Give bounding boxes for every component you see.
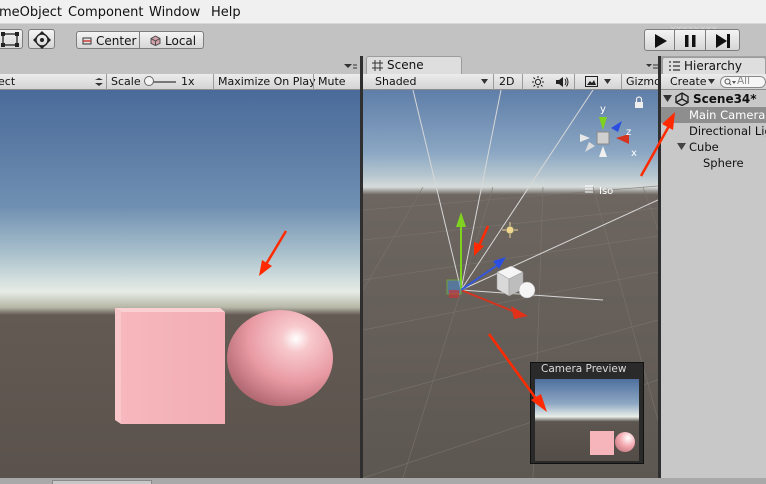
hierarchy-scene-row[interactable]: Scene34* bbox=[661, 91, 766, 107]
create-dropdown[interactable]: Create bbox=[670, 75, 707, 88]
pause-button[interactable] bbox=[675, 29, 706, 51]
pivot-local-label: Local bbox=[165, 34, 197, 48]
scale-value: 1x bbox=[181, 75, 195, 88]
tab-scene-label: Scene bbox=[387, 58, 424, 72]
gizmo-z-axis[interactable] bbox=[460, 263, 500, 291]
gizmos-dropdown[interactable]: Gizmo bbox=[626, 75, 661, 88]
axis-label-x: x bbox=[631, 148, 637, 159]
panel-menu-icon[interactable] bbox=[343, 63, 357, 71]
step-icon bbox=[716, 34, 730, 48]
game-render bbox=[115, 308, 333, 424]
foldout-open-icon[interactable] bbox=[663, 95, 672, 103]
game-view-viewport[interactable] bbox=[0, 90, 360, 478]
annotation-arrow bbox=[259, 230, 288, 276]
hierarchy-search-input[interactable]: All bbox=[720, 75, 766, 88]
menu-help[interactable]: Help bbox=[211, 5, 241, 20]
lock-icon[interactable] bbox=[635, 96, 643, 108]
hierarchy-item-label: Directional Light bbox=[689, 124, 766, 138]
play-button[interactable] bbox=[644, 29, 675, 51]
sphere bbox=[227, 310, 333, 406]
preview-cube bbox=[590, 431, 614, 455]
menu-window[interactable]: Window bbox=[149, 5, 200, 20]
menu-gameobject[interactable]: meObject bbox=[0, 5, 62, 20]
menu-bar: meObject Component Window Help bbox=[0, 0, 766, 24]
pivot-icon bbox=[82, 37, 92, 45]
hierarchy-toolbar: Create All bbox=[661, 74, 766, 90]
pivot-center-label: Center bbox=[96, 34, 137, 48]
play-icon bbox=[655, 34, 667, 48]
tab-hierarchy[interactable]: Hierarchy bbox=[662, 57, 766, 74]
game-view-tabbar bbox=[0, 56, 362, 74]
main-toolbar: Center Local xxxxxxxx bbox=[0, 24, 766, 56]
dropdown-icon bbox=[604, 79, 611, 84]
camera-gizmo-base bbox=[449, 290, 459, 298]
scene-view-toolbar: Shaded 2D Gizmo bbox=[363, 74, 661, 90]
scene-effects-icon[interactable] bbox=[585, 76, 598, 87]
axis-label-z: z bbox=[626, 127, 631, 138]
game-view-toolbar: ect Scale 1x Maximize On Play Mute Au bbox=[0, 74, 362, 101]
gizmo-y-arrow[interactable] bbox=[456, 212, 466, 227]
rect-tool-button[interactable] bbox=[0, 29, 23, 49]
local-cube-icon bbox=[150, 35, 161, 46]
dropdown-icon bbox=[95, 78, 103, 86]
pivot-local-button[interactable]: Local bbox=[140, 31, 204, 49]
aspect-dropdown[interactable]: ect bbox=[0, 75, 15, 88]
scale-slider-thumb[interactable] bbox=[144, 76, 154, 86]
cube-top bbox=[115, 308, 225, 312]
pause-icon bbox=[685, 35, 696, 47]
hierarchy-scene-name: Scene34* bbox=[693, 92, 757, 106]
scene-audio-icon[interactable] bbox=[555, 76, 569, 88]
panel-menu-icon[interactable] bbox=[645, 63, 658, 71]
scene-lighting-icon[interactable] bbox=[532, 76, 544, 88]
scale-label: Scale bbox=[111, 75, 141, 88]
preview-sphere bbox=[615, 432, 635, 452]
cube-side bbox=[115, 308, 121, 424]
hierarchy-list-icon bbox=[669, 61, 680, 71]
hierarchy-item-label: Sphere bbox=[703, 156, 744, 170]
bottom-panel-strip bbox=[0, 478, 766, 484]
maximize-on-play-toggle[interactable]: Maximize On Play bbox=[218, 75, 316, 88]
tab-hierarchy-label: Hierarchy bbox=[684, 59, 743, 73]
hierarchy-item-label: Main Camera bbox=[689, 108, 766, 122]
move-tool-icon bbox=[33, 31, 51, 49]
tab-scene[interactable]: Scene bbox=[366, 56, 462, 74]
menu-component[interactable]: Component bbox=[68, 5, 143, 20]
axis-label-y: y bbox=[600, 104, 606, 115]
shading-mode-dropdown[interactable]: Shaded bbox=[375, 75, 416, 88]
step-button[interactable] bbox=[706, 29, 740, 51]
camera-preview-title: Camera Preview bbox=[541, 363, 627, 375]
hierarchy-panel: Scene34* Main Camera Directional Light C… bbox=[639, 90, 766, 484]
annotation-arrow bbox=[639, 112, 675, 177]
cube bbox=[121, 312, 225, 424]
gizmo-x-arrow[interactable] bbox=[511, 306, 528, 319]
projection-label[interactable]: Iso bbox=[599, 186, 613, 197]
directional-light-gizmo[interactable] bbox=[505, 225, 515, 235]
dropdown-icon bbox=[708, 79, 715, 84]
move-tool-button[interactable] bbox=[28, 29, 55, 49]
annotation-arrow bbox=[474, 225, 490, 256]
2d-toggle[interactable]: 2D bbox=[499, 75, 514, 88]
annotation-arrow bbox=[487, 333, 547, 412]
search-icon bbox=[724, 78, 736, 86]
bottom-tab[interactable] bbox=[52, 480, 152, 484]
scene-sphere[interactable] bbox=[518, 281, 536, 299]
hierarchy-item-label: Cube bbox=[689, 140, 719, 154]
unity-editor-window: { "menu": { "items": ["meObject", "Compo… bbox=[0, 0, 766, 484]
grid-icon bbox=[372, 60, 383, 71]
scene-view-viewport[interactable]: y z x Iso Camera Preview bbox=[363, 90, 658, 478]
orientation-gizmo[interactable] bbox=[580, 117, 629, 157]
hierarchy-search-placeholder: All bbox=[737, 75, 751, 87]
unity-scene-icon bbox=[675, 92, 689, 106]
pivot-center-button[interactable]: Center bbox=[76, 31, 140, 49]
rect-tool-icon bbox=[1, 32, 19, 47]
dropdown-icon bbox=[481, 79, 488, 84]
